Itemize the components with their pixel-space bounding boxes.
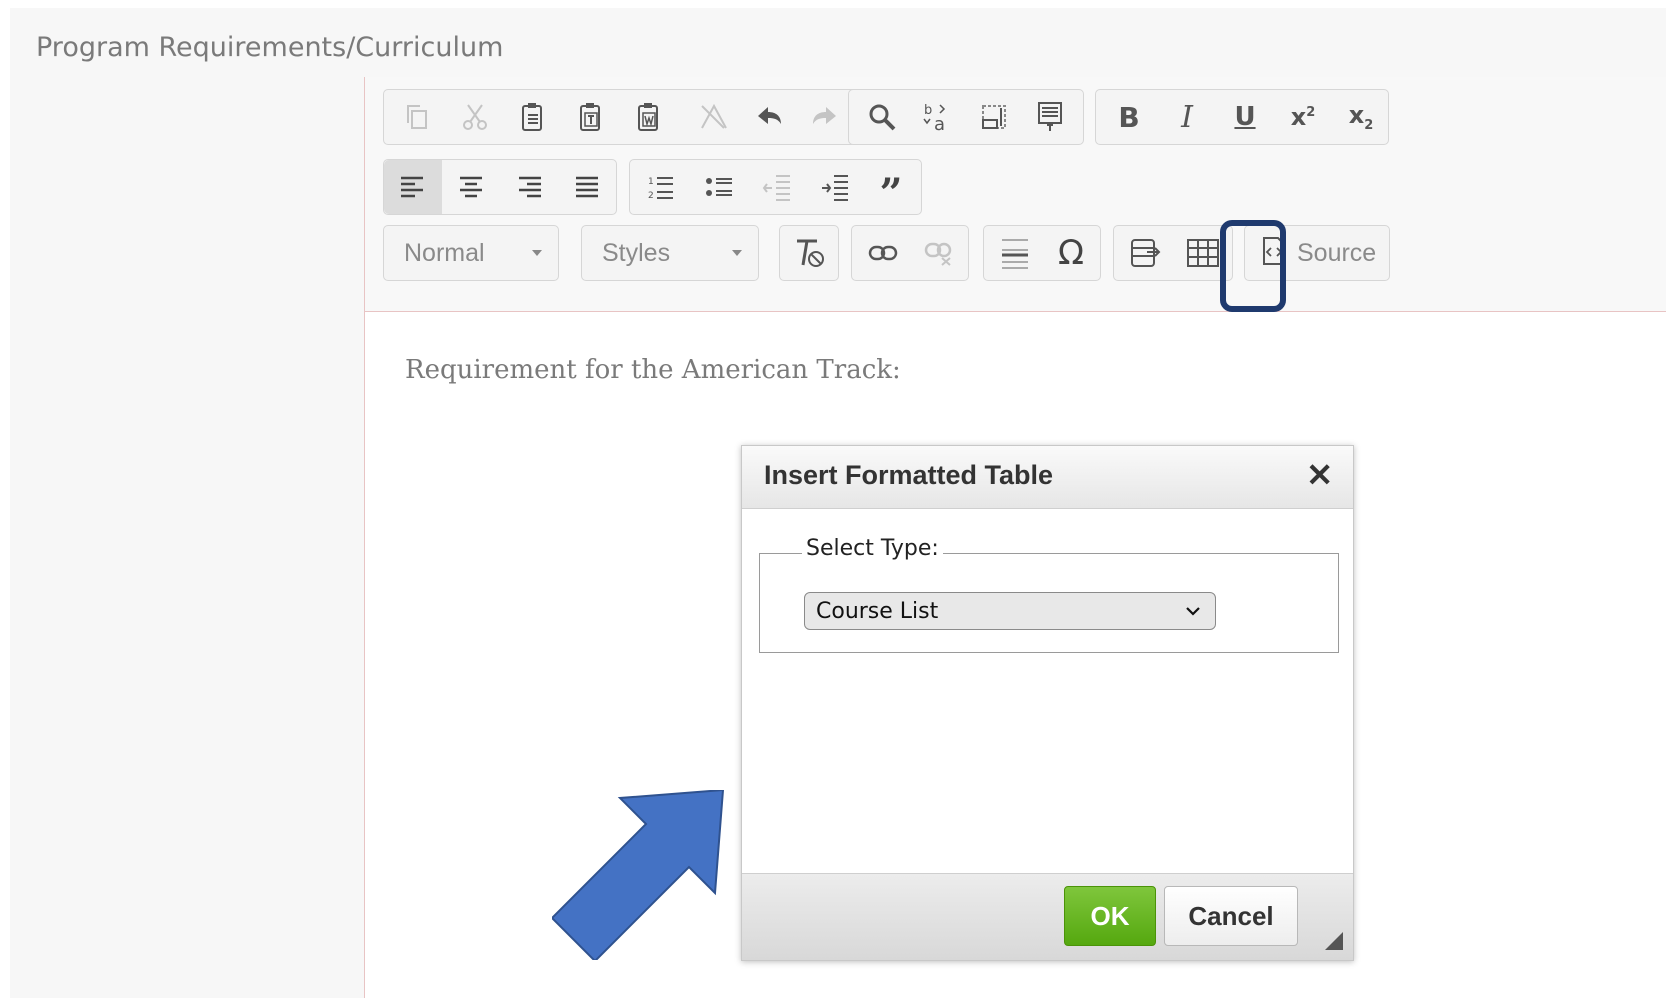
basicstyles-group: B I U x2 x2 (1095, 89, 1389, 145)
paste-icon[interactable] (504, 90, 562, 144)
select-type-dropdown[interactable]: Course List (804, 592, 1216, 630)
numbered-list-icon[interactable]: 12 (632, 160, 690, 214)
blockquote-icon[interactable]: ” (862, 160, 920, 214)
table-template-group (1113, 225, 1233, 281)
chevron-down-icon (732, 250, 742, 256)
select-type-legend: Select Type: (802, 536, 943, 561)
remove-format-icon[interactable] (684, 90, 742, 144)
align-center-icon[interactable] (442, 160, 500, 214)
format-combo[interactable]: Normal (383, 225, 559, 281)
chevron-down-icon (532, 250, 542, 256)
editing-group: ba (848, 89, 1084, 145)
superscript-icon[interactable]: x2 (1274, 90, 1332, 144)
align-right-icon[interactable] (500, 160, 558, 214)
underline-icon[interactable]: U (1216, 90, 1274, 144)
bold-icon[interactable]: B (1100, 90, 1158, 144)
link-group (851, 225, 969, 281)
outdent-icon[interactable] (748, 160, 806, 214)
replace-icon[interactable]: ba (909, 90, 967, 144)
dialog-header[interactable]: Insert Formatted Table ✕ (742, 446, 1353, 509)
indent-icon[interactable] (806, 160, 864, 214)
insert-group: Ω (983, 225, 1101, 281)
justify-icon[interactable] (558, 160, 616, 214)
align-left-icon[interactable] (384, 160, 442, 214)
dialog-title: Insert Formatted Table (764, 460, 1054, 490)
select-type-fieldset: Select Type: Course List (759, 536, 1339, 653)
dialog-footer: OK Cancel (742, 873, 1353, 960)
svg-text:1: 1 (648, 177, 654, 187)
source-label: Source (1297, 238, 1377, 267)
undo-icon[interactable] (740, 90, 798, 144)
align-group (383, 159, 617, 215)
scayt-icon[interactable] (1021, 90, 1079, 144)
clear-format-group (779, 225, 839, 281)
select-all-icon[interactable] (965, 90, 1023, 144)
clear-format-icon[interactable] (781, 226, 839, 280)
pointer-arrow (550, 788, 732, 964)
cancel-button[interactable]: Cancel (1164, 886, 1298, 946)
field-label: Program Requirements/Curriculum (36, 32, 504, 63)
subscript-icon[interactable]: x2 (1332, 90, 1390, 144)
styles-combo[interactable]: Styles (581, 225, 759, 281)
svg-text:b: b (924, 103, 932, 118)
chevron-down-icon (1185, 601, 1201, 622)
find-icon[interactable] (853, 90, 911, 144)
insert-table-dialog: Insert Formatted Table ✕ Select Type: Co… (741, 445, 1354, 961)
close-icon[interactable]: ✕ (1306, 456, 1333, 494)
svg-text:2: 2 (648, 191, 654, 201)
ok-button[interactable]: OK (1064, 886, 1156, 946)
cut-icon[interactable] (446, 90, 504, 144)
horizontal-rule-icon[interactable] (986, 226, 1044, 280)
paste-word-icon[interactable] (620, 90, 678, 144)
editor-toolbar: ba B I U x2 x2 12 ” Normal Styles Ω Sour… (364, 77, 1666, 312)
unlink-icon[interactable] (910, 226, 968, 280)
redo-icon[interactable] (796, 90, 854, 144)
template-icon[interactable] (1116, 226, 1174, 280)
resize-handle-icon[interactable] (1325, 932, 1343, 950)
paste-text-icon[interactable] (562, 90, 620, 144)
bulleted-list-icon[interactable] (690, 160, 748, 214)
table-button-highlight (1220, 220, 1286, 312)
styles-combo-label: Styles (602, 238, 671, 267)
special-char-icon[interactable]: Ω (1042, 226, 1100, 280)
link-icon[interactable] (854, 226, 912, 280)
editor-content-text: Requirement for the American Track: (405, 355, 901, 385)
clipboard-group (383, 89, 857, 145)
format-combo-label: Normal (404, 238, 485, 267)
italic-icon[interactable]: I (1158, 90, 1216, 144)
svg-text:a: a (934, 114, 945, 133)
list-group: 12 ” (629, 159, 922, 215)
copy-icon[interactable] (388, 90, 446, 144)
select-type-value: Course List (816, 598, 939, 624)
